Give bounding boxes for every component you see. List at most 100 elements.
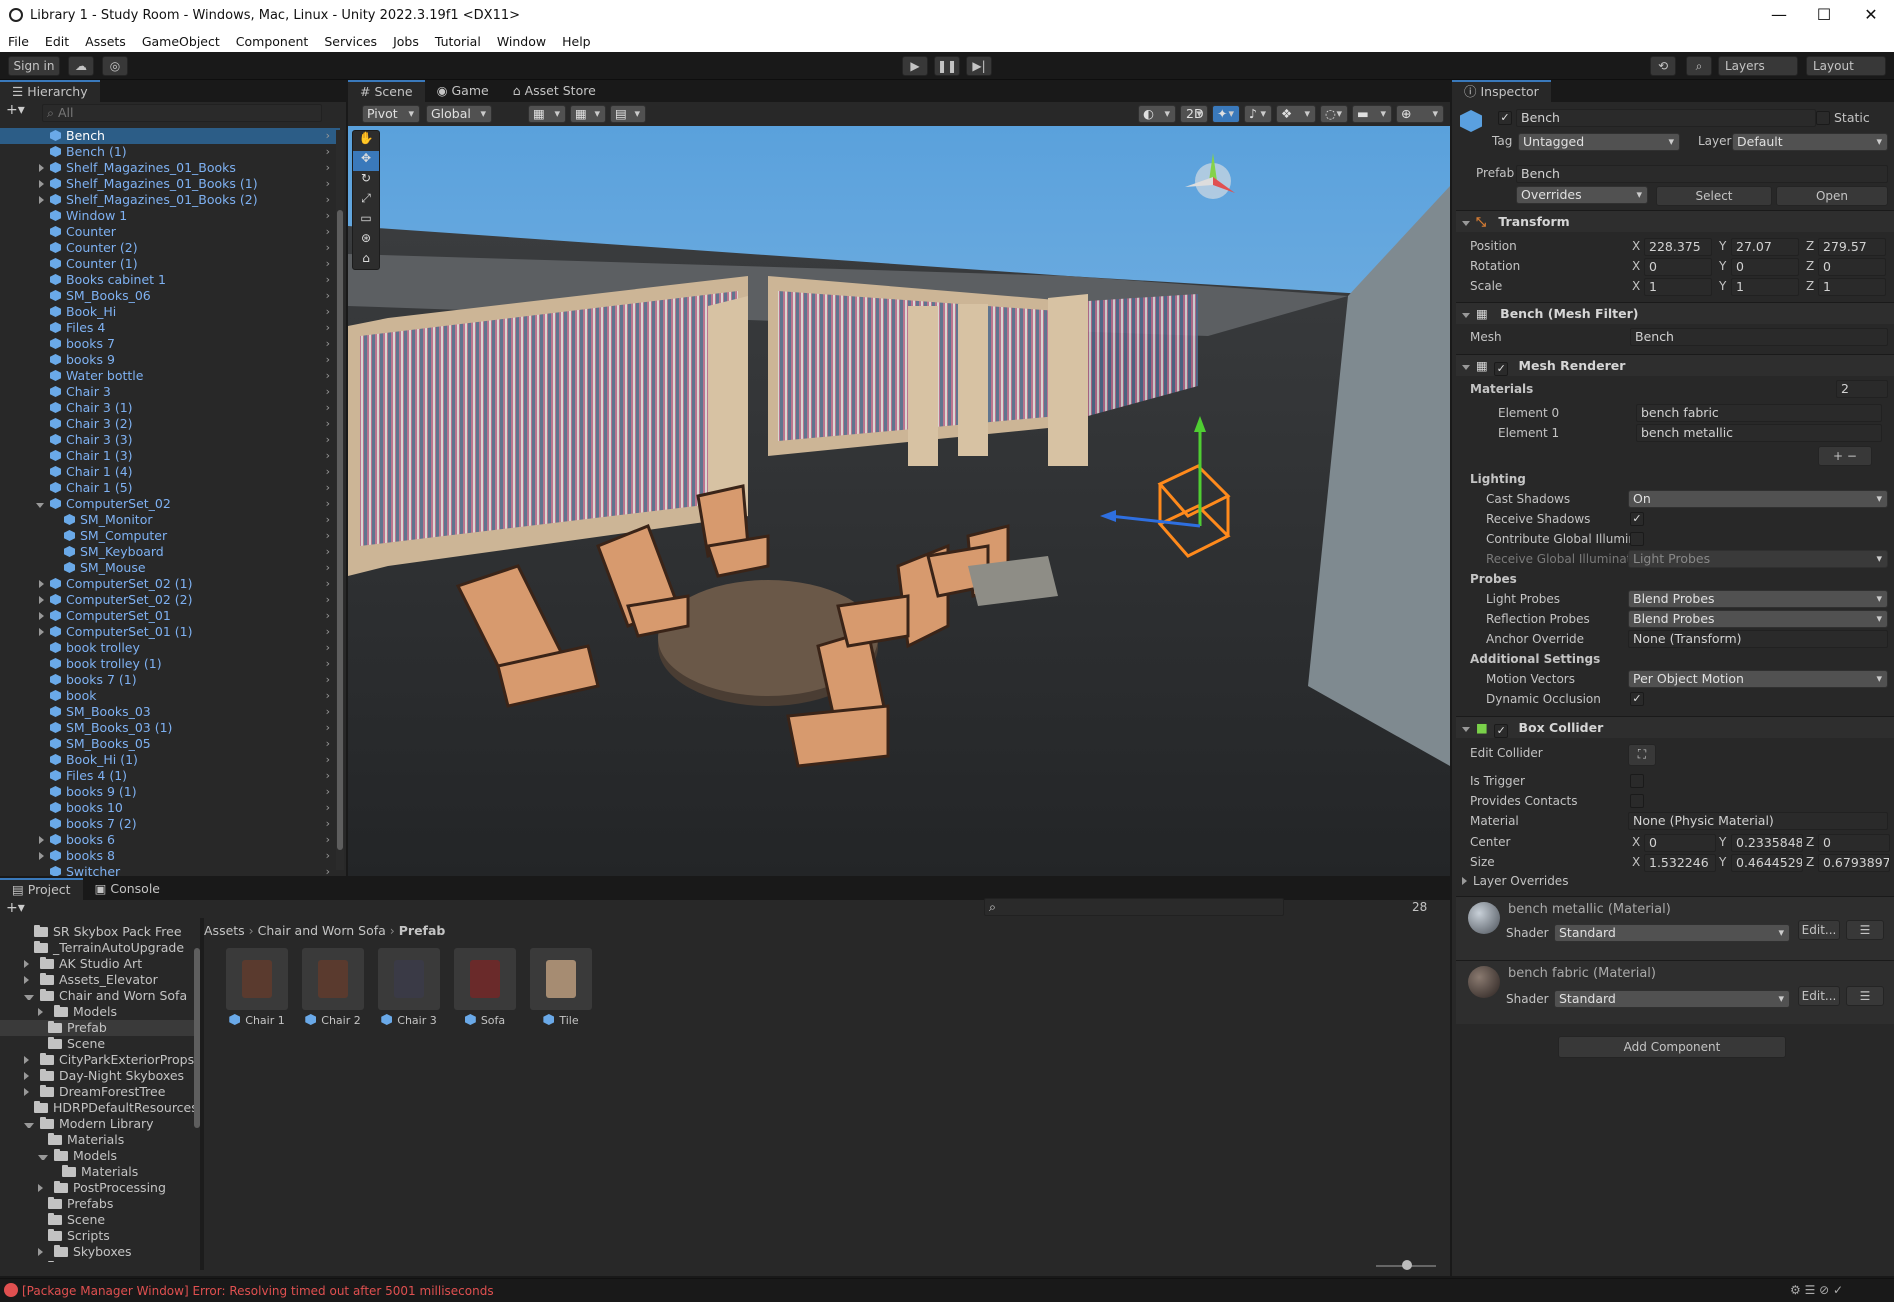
project-folder[interactable]: Assets_Elevator <box>0 972 196 988</box>
collider-size-axis-y-label[interactable]: Y <box>1719 855 1726 869</box>
hierarchy-item[interactable]: Books cabinet 1 › <box>0 272 340 288</box>
project-folder[interactable]: _TerrainAutoUpgrade <box>0 940 196 956</box>
chevron-right-icon[interactable]: › <box>326 592 330 608</box>
project-folder[interactable]: DreamForestTree <box>0 1084 196 1100</box>
chevron-right-icon[interactable]: › <box>326 192 330 208</box>
position-axis-y-label[interactable]: Y <box>1719 239 1726 253</box>
tab-inspector[interactable]: ⓘ Inspector <box>1452 80 1551 102</box>
receive-shadows-checkbox[interactable]: ✓ <box>1630 512 1644 526</box>
mesh-renderer-checkbox[interactable]: ✓ <box>1494 362 1509 376</box>
position-y-field[interactable]: 27.07 <box>1731 238 1799 256</box>
project-folder[interactable]: AK Studio Art <box>0 956 196 972</box>
hierarchy-item[interactable]: SM_Computer › <box>0 528 340 544</box>
hierarchy-item[interactable]: Chair 3 (1) › <box>0 400 340 416</box>
step-icon[interactable]: ▶| <box>966 56 992 76</box>
move-tool-icon[interactable]: ✥ <box>353 151 379 171</box>
grid-snap-icon[interactable]: ▦ <box>528 105 566 123</box>
scene-viewport[interactable]: ✋ ✥ ↻ ⤢ ▭ ⊛ ⌂ <box>348 126 1450 876</box>
materials-add-remove[interactable]: + − <box>1818 446 1872 466</box>
expand-arrow-icon[interactable] <box>24 976 34 984</box>
project-folder[interactable]: Prefabs <box>0 1196 196 1212</box>
tag-dropdown[interactable]: Untagged <box>1518 133 1680 151</box>
menu-edit[interactable]: Edit <box>45 34 69 49</box>
shader-edit-button-1[interactable]: Edit... <box>1798 920 1840 940</box>
active-checkbox[interactable]: ✓ <box>1498 111 1512 125</box>
global-dropdown[interactable]: Global <box>426 105 492 123</box>
chevron-right-icon[interactable]: › <box>326 352 330 368</box>
breadcrumb-chair-sofa[interactable]: Chair and Worn Sofa <box>258 923 386 938</box>
overrides-dropdown[interactable]: Overrides <box>1516 186 1648 204</box>
hierarchy-item[interactable]: SM_Books_06 › <box>0 288 340 304</box>
hierarchy-item[interactable]: Book_Hi › <box>0 304 340 320</box>
collider-center-z-field[interactable]: 0 <box>1818 834 1890 852</box>
expand-arrow-icon[interactable] <box>39 628 44 636</box>
chevron-right-icon[interactable]: › <box>326 160 330 176</box>
chevron-right-icon[interactable]: › <box>326 336 330 352</box>
visibility-icon[interactable]: ◌ <box>1320 105 1348 123</box>
hierarchy-item[interactable]: books 7 (2) › <box>0 816 340 832</box>
hierarchy-item[interactable]: SM_Books_03 (1) › <box>0 720 340 736</box>
project-folder[interactable]: Textures <box>0 1260 196 1262</box>
chevron-right-icon[interactable]: › <box>326 496 330 512</box>
rotation-axis-x-label[interactable]: X <box>1632 259 1640 273</box>
mesh-renderer-header[interactable]: ▦ ✓ Mesh Renderer <box>1456 354 1894 376</box>
hierarchy-item[interactable]: ComputerSet_02 (1) › <box>0 576 340 592</box>
layer-overrides-label[interactable]: Layer Overrides <box>1462 874 1568 888</box>
expand-arrow-icon[interactable] <box>38 1155 48 1160</box>
chevron-right-icon[interactable]: › <box>326 560 330 576</box>
expand-arrow-icon[interactable] <box>24 995 34 1000</box>
chevron-right-icon[interactable]: › <box>326 464 330 480</box>
chevron-right-icon[interactable]: › <box>326 656 330 672</box>
chevron-right-icon[interactable]: › <box>326 544 330 560</box>
collider-center-axis-z-label[interactable]: Z <box>1806 835 1814 849</box>
asset-thumbnail[interactable] <box>454 948 516 1010</box>
hierarchy-item[interactable]: Bench (1) › <box>0 144 340 160</box>
open-button[interactable]: Open <box>1776 186 1888 206</box>
asset-label[interactable]: Chair 3 <box>369 1014 449 1027</box>
collab-icon[interactable]: ◎ <box>102 56 128 76</box>
add-icon[interactable]: +▾ <box>6 102 36 122</box>
anchor-override-field[interactable]: None (Transform) <box>1628 630 1888 648</box>
lighting-icon[interactable]: ✦ <box>1212 105 1240 123</box>
hierarchy-item[interactable]: ComputerSet_02 (2) › <box>0 592 340 608</box>
element-0-field[interactable]: bench fabric <box>1636 404 1882 422</box>
hierarchy-item[interactable]: Chair 1 (3) › <box>0 448 340 464</box>
project-folder[interactable]: CityParkExteriorProps <box>0 1052 196 1068</box>
expand-arrow-icon[interactable] <box>24 1123 34 1128</box>
menu-tutorial[interactable]: Tutorial <box>435 34 481 49</box>
expand-arrow-icon[interactable] <box>39 196 44 204</box>
chevron-right-icon[interactable]: › <box>326 528 330 544</box>
breadcrumb-prefab[interactable]: Prefab <box>399 923 446 938</box>
asset-thumbnail[interactable] <box>530 948 592 1010</box>
audio-icon[interactable]: ♪ <box>1244 105 1272 123</box>
rotation-axis-z-label[interactable]: Z <box>1806 259 1814 273</box>
chevron-right-icon[interactable]: › <box>326 288 330 304</box>
hierarchy-item[interactable]: books 7 (1) › <box>0 672 340 688</box>
box-collider-checkbox[interactable]: ✓ <box>1494 724 1509 738</box>
chevron-right-icon[interactable]: › <box>326 400 330 416</box>
collider-center-y-field[interactable]: 0.2335848 <box>1731 834 1803 852</box>
expand-arrow-icon[interactable] <box>39 836 44 844</box>
project-search-input[interactable]: ⌕ <box>984 898 1284 916</box>
gizmos-icon[interactable]: ⊕ <box>1396 105 1444 123</box>
project-folder[interactable]: Scene <box>0 1036 196 1052</box>
asset-thumbnail[interactable] <box>226 948 288 1010</box>
chevron-right-icon[interactable]: › <box>326 816 330 832</box>
chevron-right-icon[interactable]: › <box>326 224 330 240</box>
hierarchy-item[interactable]: Chair 1 (4) › <box>0 464 340 480</box>
hierarchy-item[interactable]: books 6 › <box>0 832 340 848</box>
chevron-right-icon[interactable]: › <box>326 512 330 528</box>
hierarchy-item[interactable]: books 8 › <box>0 848 340 864</box>
chevron-right-icon[interactable]: › <box>326 416 330 432</box>
hierarchy-item[interactable]: Files 4 › <box>0 320 340 336</box>
hierarchy-item[interactable]: books 9 (1) › <box>0 784 340 800</box>
position-axis-x-label[interactable]: X <box>1632 239 1640 253</box>
2d-toggle[interactable]: 2D <box>1180 105 1208 123</box>
scale-tool-icon[interactable]: ⤢ <box>353 191 379 211</box>
chevron-right-icon[interactable]: › <box>326 304 330 320</box>
prefab-field[interactable]: Bench <box>1516 165 1888 183</box>
tab-hierarchy[interactable]: ☰ Hierarchy <box>0 80 100 102</box>
mesh-filter-header[interactable]: ▦ Bench (Mesh Filter) <box>1456 302 1894 324</box>
chevron-right-icon[interactable]: › <box>326 784 330 800</box>
status-icons[interactable]: ⚙ ☰ ⊘ ✓ <box>1790 1283 1843 1297</box>
